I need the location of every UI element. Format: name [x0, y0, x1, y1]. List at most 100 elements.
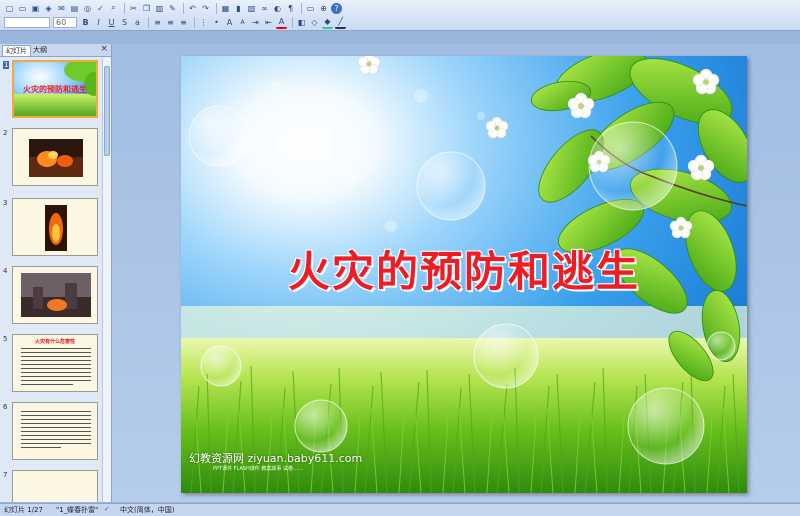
toolbar-row-formatting: 60 B I U S a ≡ ≡ ≡ ⋮ • A A ⇥ ⇤ A ◧ ◇ ◆ ╱: [4, 15, 348, 29]
undo-icon[interactable]: ↶: [187, 3, 198, 14]
slide-thumbnails: 1 火灾的预防和逃生 2 3 4 5 火灾有什么危害性 6 7: [0, 58, 102, 502]
font-name-select[interactable]: [4, 16, 50, 28]
toolbar-separator: [183, 2, 184, 14]
permission-icon[interactable]: ◈: [43, 3, 54, 14]
slide-thumbnail-image: [12, 470, 98, 502]
slide-thumbnail-5[interactable]: 5 火灾有什么危害性: [0, 334, 102, 400]
theme-name: "1_蝶春扑雷": [56, 506, 99, 514]
slide-number: 2: [3, 129, 8, 137]
tab-slides[interactable]: 幻灯片: [2, 45, 31, 56]
insert-picture-icon[interactable]: ▧: [246, 3, 257, 14]
pane-scrollbar[interactable]: [102, 58, 111, 502]
fire-photo-image: [29, 139, 83, 177]
slide-thumbnail-image: 火灾的预防和逃生: [12, 60, 98, 118]
grayscale-icon[interactable]: ◐: [272, 3, 283, 14]
slide-count: 幻灯片 1/27: [4, 506, 43, 514]
help-icon[interactable]: ?: [331, 2, 342, 14]
toolbar-separator: [301, 2, 302, 14]
slides-pane: 幻灯片 大纲 × 1 火灾的预防和逃生 2 3 4 5 火灾有什么危害性 6 7: [0, 44, 112, 502]
toolbar-separator: [124, 2, 125, 14]
slide-thumbnail-image: [12, 266, 98, 324]
fire-photo-image: [45, 205, 67, 251]
slide-number: 4: [3, 267, 8, 275]
slide-1-preview-title: 火灾的预防和逃生: [23, 85, 87, 94]
underline-icon[interactable]: U: [106, 17, 117, 28]
print-icon[interactable]: ▤: [69, 3, 80, 14]
slide-number: 3: [3, 199, 8, 207]
strikethrough-icon[interactable]: a: [132, 17, 143, 28]
fire-photo-image: [21, 273, 91, 317]
slide-number: 7: [3, 471, 8, 479]
increase-font-icon[interactable]: A: [224, 17, 235, 28]
zoom-icon[interactable]: ⊕: [318, 3, 329, 14]
slide-editing-area: 火灾的预防和逃生 幻教资源网 ziyuan.baby611.com PPT课件 …: [112, 44, 800, 502]
bold-icon[interactable]: B: [80, 17, 91, 28]
status-bar: 幻灯片 1/27 "1_蝶春扑雷" ✓ 中文(简体，中国): [0, 503, 800, 516]
print-preview-icon[interactable]: ◎: [82, 3, 93, 14]
format-painter-icon[interactable]: ✎: [167, 3, 178, 14]
language-indicator: 中文(简体，中国): [120, 506, 175, 514]
cut-icon[interactable]: ✂: [128, 3, 139, 14]
insert-table-icon[interactable]: ▦: [220, 3, 231, 14]
slide-number: 5: [3, 335, 8, 343]
show-formatting-icon[interactable]: ¶: [285, 3, 296, 14]
slide-thumbnail-4[interactable]: 4: [0, 266, 102, 332]
toolbar: ▢ ▭ ▣ ◈ ✉ ▤ ◎ ✓ ⌕ ✂ ❐ ▥ ✎ ↶ ↷ ▦ ▮ ▧ ∞ ◐ …: [0, 0, 800, 31]
slide-thumbnail-image: 火灾有什么危害性: [12, 334, 98, 392]
italic-icon[interactable]: I: [93, 17, 104, 28]
copy-icon[interactable]: ❐: [141, 3, 152, 14]
font-size-select[interactable]: 60: [53, 16, 77, 28]
new-slide-icon[interactable]: ▭: [305, 3, 316, 14]
indent-icon[interactable]: ⇥: [250, 17, 261, 28]
slide-thumbnail-6[interactable]: 6: [0, 402, 102, 468]
slide-thumbnail-image: [12, 402, 98, 460]
paste-icon[interactable]: ▥: [154, 3, 165, 14]
watermark-subtext: PPT课件 FLASH课件 教案故事 试卷……: [213, 466, 303, 472]
slide-thumbnail-7[interactable]: 7: [0, 470, 102, 502]
font-color-icon[interactable]: A: [276, 16, 287, 29]
design-icon[interactable]: ◧: [296, 17, 307, 28]
redo-icon[interactable]: ↷: [200, 3, 211, 14]
watermark-text: 幻教资源网 ziyuan.baby611.com: [189, 452, 363, 465]
new-icon[interactable]: ▢: [4, 3, 15, 14]
slide-thumbnail-image: [12, 198, 98, 256]
spelling-check-icon[interactable]: ✓: [104, 505, 110, 513]
insert-chart-icon[interactable]: ▮: [233, 3, 244, 14]
research-icon[interactable]: ⌕: [108, 3, 119, 14]
close-icon[interactable]: ×: [100, 44, 108, 54]
slide-thumbnail-1[interactable]: 1 火灾的预防和逃生: [0, 60, 102, 126]
toolbar-separator: [194, 16, 195, 28]
slide-thumbnail-image: [12, 128, 98, 186]
email-icon[interactable]: ✉: [56, 3, 67, 14]
toolbar-separator: [216, 2, 217, 14]
bullets-icon[interactable]: •: [211, 17, 222, 28]
tab-outline[interactable]: 大纲: [30, 45, 50, 55]
current-slide[interactable]: 火灾的预防和逃生 幻教资源网 ziyuan.baby611.com PPT课件 …: [181, 56, 747, 493]
save-icon[interactable]: ▣: [30, 3, 41, 14]
slide-number: 6: [3, 403, 8, 411]
slide-thumbnail-3[interactable]: 3: [0, 198, 102, 264]
align-right-icon[interactable]: ≡: [178, 17, 189, 28]
open-icon[interactable]: ▭: [17, 3, 28, 14]
spelling-icon[interactable]: ✓: [95, 3, 106, 14]
numbering-icon[interactable]: ⋮: [198, 17, 209, 28]
line-color-icon[interactable]: ╱: [335, 16, 346, 29]
toolbar-row-standard: ▢ ▭ ▣ ◈ ✉ ▤ ◎ ✓ ⌕ ✂ ❐ ▥ ✎ ↶ ↷ ▦ ▮ ▧ ∞ ◐ …: [4, 1, 344, 15]
align-center-icon[interactable]: ≡: [165, 17, 176, 28]
align-left-icon[interactable]: ≡: [152, 17, 163, 28]
slide-thumbnail-2[interactable]: 2: [0, 128, 102, 194]
text-lines-image: [21, 411, 91, 448]
fill-color-icon[interactable]: ◆: [322, 16, 333, 29]
text-lines-image: [21, 348, 91, 385]
toolbar-separator: [148, 16, 149, 28]
hyperlink-icon[interactable]: ∞: [259, 3, 270, 14]
slide-title[interactable]: 火灾的预防和逃生: [181, 238, 747, 299]
shapes-icon[interactable]: ◇: [309, 17, 320, 28]
shadow-icon[interactable]: S: [119, 17, 130, 28]
outdent-icon[interactable]: ⇤: [263, 17, 274, 28]
decrease-font-icon[interactable]: A: [237, 17, 248, 28]
scrollbar-thumb[interactable]: [104, 66, 110, 156]
pane-tabs: 幻灯片 大纲 ×: [0, 44, 111, 57]
slide-number: 1: [3, 61, 10, 69]
toolbar-separator: [292, 16, 293, 28]
